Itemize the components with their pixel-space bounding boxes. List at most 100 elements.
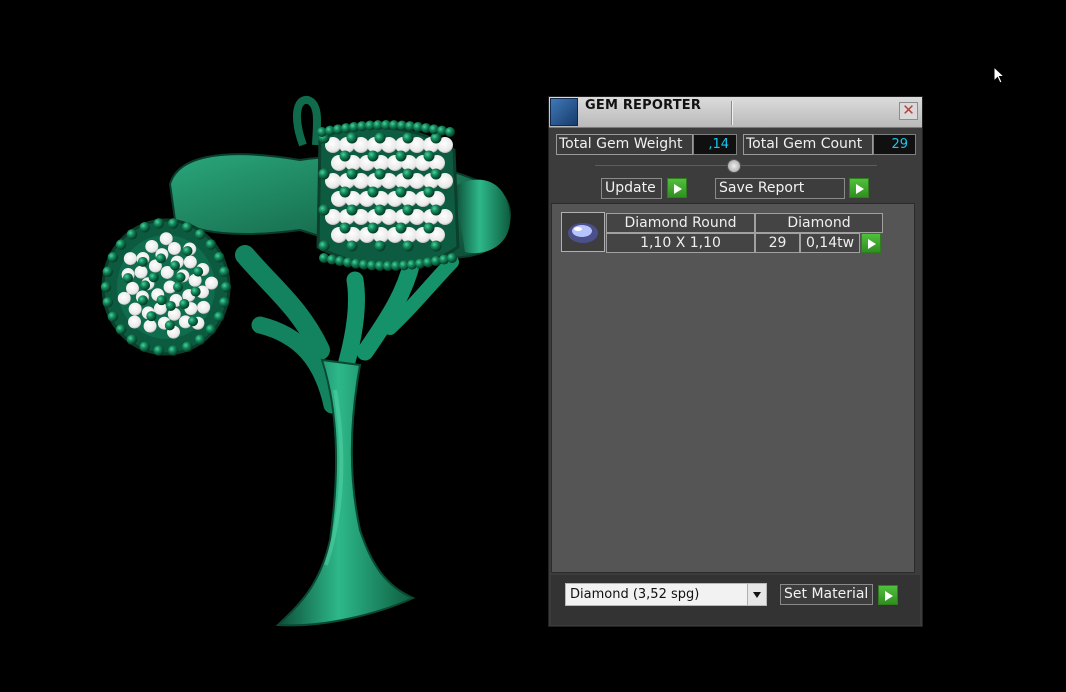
update-button-label[interactable]: Update [601, 178, 662, 199]
gem-shape-cell[interactable]: Diamond Round [606, 213, 755, 233]
green-bead [155, 253, 166, 264]
green-bead [193, 266, 204, 277]
green-bead [179, 298, 190, 309]
green-bead [139, 221, 150, 233]
green-bead [137, 295, 148, 306]
diamond-stone [205, 276, 219, 290]
bail-loop [293, 96, 322, 147]
green-bead [395, 186, 407, 198]
gem-thumbnail[interactable] [561, 212, 605, 252]
green-bead [205, 324, 217, 335]
gem-row-play-button[interactable] [861, 233, 881, 253]
green-bead [165, 300, 176, 311]
green-bead [102, 266, 113, 277]
green-bead [213, 311, 225, 322]
green-bead [175, 272, 186, 283]
material-select-value: Diamond (3,52 spg) [570, 587, 700, 602]
gem-size-cell[interactable]: 1,10 X 1,10 [606, 233, 755, 253]
green-bead [153, 345, 164, 356]
green-bead [374, 240, 386, 252]
titlebar[interactable]: GEM REPORTER ✕ [549, 97, 922, 128]
green-bead [219, 266, 230, 277]
green-bead [318, 204, 330, 216]
green-bead [423, 222, 435, 234]
green-bead [190, 286, 201, 297]
round-diamond-icon [568, 223, 598, 243]
green-bead [182, 221, 193, 233]
chevron-down-icon[interactable] [747, 584, 766, 605]
set-material-button-label[interactable]: Set Material [780, 584, 873, 605]
diamond-stone [183, 255, 197, 269]
title-separator [731, 101, 732, 125]
update-button[interactable] [667, 178, 687, 198]
green-bead [126, 229, 138, 240]
green-bead [395, 222, 407, 234]
save-report-button-label[interactable]: Save Report [715, 178, 845, 199]
green-bead [447, 253, 457, 263]
green-bead [164, 320, 175, 331]
green-bead [423, 186, 435, 198]
material-select[interactable]: Diamond (3,52 spg) [565, 583, 767, 606]
gem-count-cell[interactable]: 29 [755, 233, 800, 253]
gem-weight-cell[interactable]: 0,14tw [800, 233, 860, 253]
green-bead [346, 132, 358, 144]
green-bead [430, 240, 442, 252]
green-bead [346, 168, 358, 180]
green-bead [219, 297, 230, 308]
green-bead [169, 260, 180, 271]
gem-material-cell[interactable]: Diamond [755, 213, 883, 233]
save-report-button[interactable] [849, 178, 869, 198]
diamond-stone [123, 252, 137, 266]
green-bead [115, 324, 127, 335]
green-bead [318, 168, 330, 180]
green-bead [153, 218, 164, 229]
mouse-cursor-icon [993, 65, 1006, 84]
green-bead [220, 281, 232, 293]
green-bead [402, 240, 414, 252]
green-bead [339, 150, 351, 162]
green-bead [402, 168, 414, 180]
green-bead [168, 345, 179, 356]
green-bead [346, 240, 358, 252]
diamond-stone [159, 232, 173, 246]
green-bead [194, 334, 206, 345]
green-bead [182, 341, 193, 353]
green-bead [445, 127, 455, 137]
green-bead [102, 297, 113, 308]
green-bead [367, 222, 379, 234]
diamond-stone [197, 300, 211, 314]
close-icon[interactable]: ✕ [899, 102, 918, 120]
green-bead [168, 218, 179, 229]
green-bead [205, 239, 217, 250]
green-bead [213, 252, 225, 263]
green-bead [156, 295, 167, 306]
green-bead [148, 272, 159, 283]
green-bead [126, 334, 138, 345]
total-gem-count-label: Total Gem Count [743, 134, 873, 155]
green-bead [107, 311, 119, 322]
diamond-stone [128, 315, 142, 329]
green-bead [339, 186, 351, 198]
green-bead [430, 204, 442, 216]
diamond-stone [126, 281, 140, 295]
green-bead [139, 341, 150, 353]
set-material-button[interactable] [878, 585, 898, 605]
green-bead [194, 229, 206, 240]
gem-list[interactable] [551, 203, 915, 573]
gem-reporter-icon [550, 98, 578, 126]
total-gem-weight-label: Total Gem Weight [556, 134, 693, 155]
green-bead [100, 281, 112, 293]
green-bead [115, 239, 127, 250]
green-bead [146, 311, 157, 322]
green-bead [137, 256, 148, 267]
green-bead [140, 280, 151, 291]
green-bead [402, 132, 414, 144]
green-bead [395, 150, 407, 162]
green-bead [339, 222, 351, 234]
slider-handle[interactable] [727, 159, 741, 173]
green-bead [374, 204, 386, 216]
green-bead [423, 150, 435, 162]
diamond-stone [145, 239, 159, 253]
green-bead [173, 282, 183, 292]
green-bead [430, 168, 442, 180]
